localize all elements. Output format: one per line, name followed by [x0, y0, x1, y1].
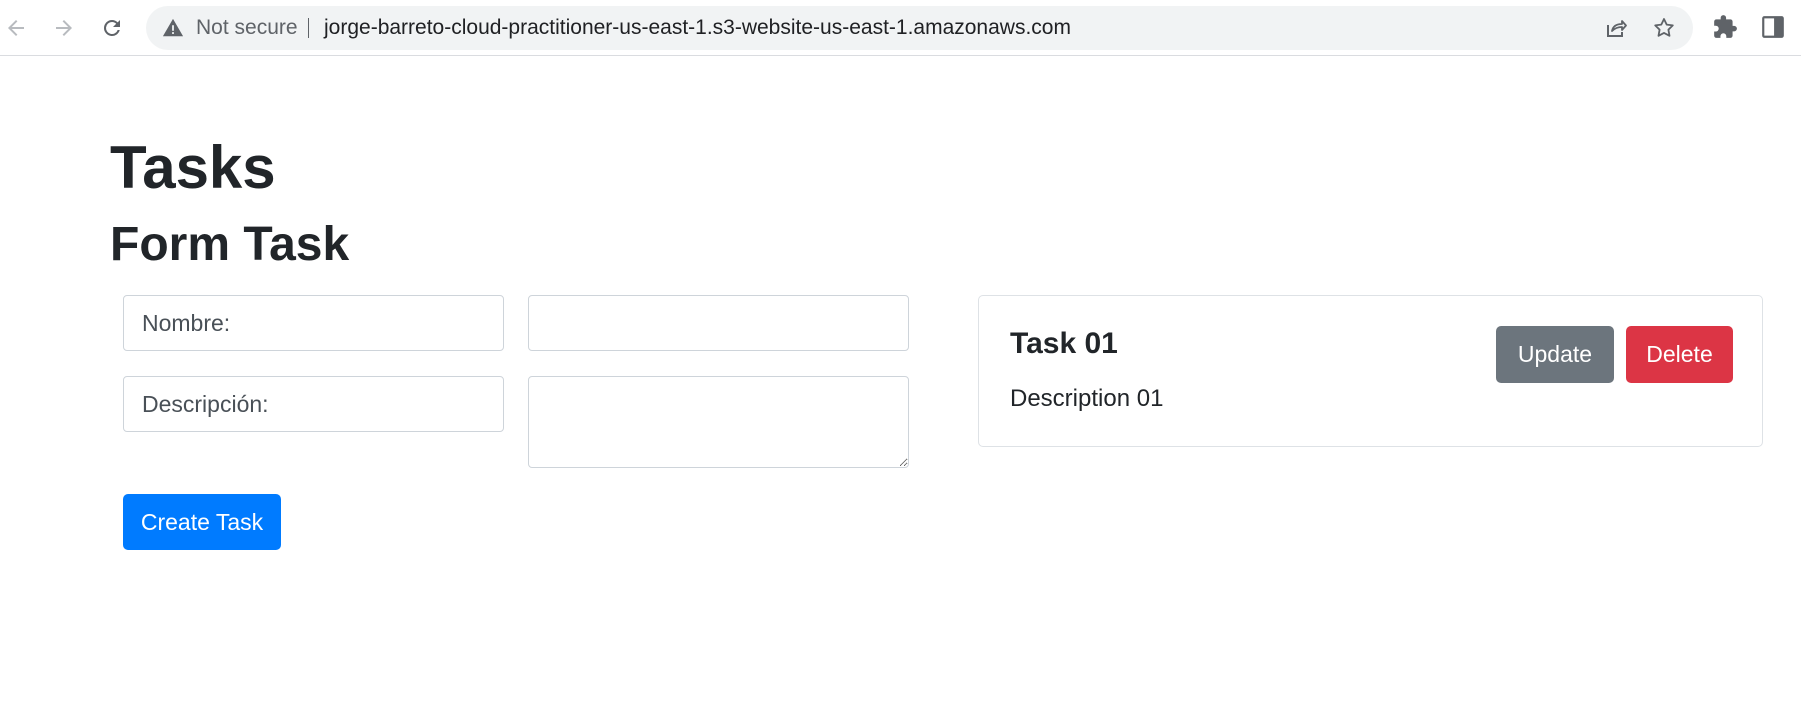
task-card: Task 01 Description 01 Update Delete	[978, 295, 1763, 447]
task-description: Description 01	[1010, 385, 1164, 412]
address-bar[interactable]: Not secure jorge-barreto-cloud-practitio…	[146, 6, 1693, 50]
url-text[interactable]: jorge-barreto-cloud-practitioner-us-east…	[324, 6, 1071, 50]
name-label: Nombre:	[123, 295, 504, 351]
page-title: Tasks	[110, 134, 276, 201]
share-icon[interactable]	[1604, 16, 1628, 40]
update-button[interactable]: Update	[1496, 326, 1614, 383]
description-textarea[interactable]	[528, 376, 909, 468]
star-icon[interactable]	[1652, 16, 1676, 40]
warning-icon[interactable]	[162, 17, 184, 39]
browser-toolbar: Not secure jorge-barreto-cloud-practitio…	[0, 0, 1801, 56]
extensions-icon[interactable]	[1712, 14, 1738, 40]
forward-icon[interactable]	[44, 8, 84, 48]
side-panel-icon[interactable]	[1760, 14, 1786, 40]
create-task-button[interactable]: Create Task	[123, 494, 281, 550]
name-input[interactable]	[528, 295, 909, 351]
back-icon[interactable]	[0, 8, 36, 48]
form-heading: Form Task	[110, 218, 350, 271]
address-separator	[308, 18, 309, 38]
delete-button[interactable]: Delete	[1626, 326, 1733, 383]
task-title: Task 01	[1010, 327, 1118, 360]
reload-icon[interactable]	[92, 8, 132, 48]
description-label: Descripción:	[123, 376, 504, 432]
security-label[interactable]: Not secure	[196, 6, 298, 50]
